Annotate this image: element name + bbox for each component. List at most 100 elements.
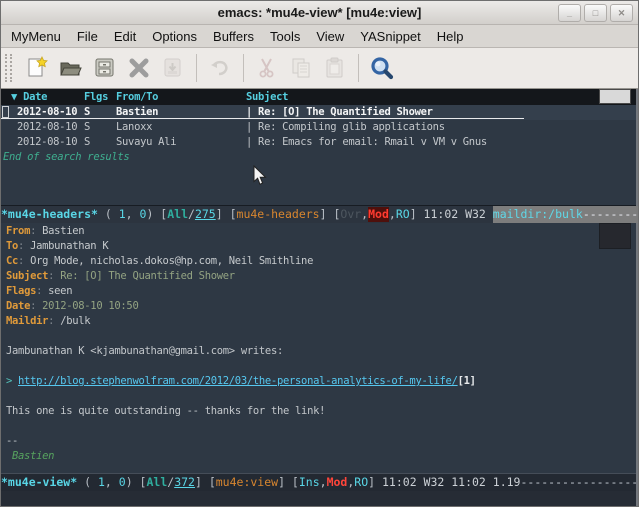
field-to: To:Jambunathan K — [1, 239, 636, 254]
menu-yasnippet[interactable]: YASnippet — [352, 27, 428, 46]
cell-subject: | Re: [O] The Quantified Shower — [246, 105, 636, 120]
close-button[interactable]: ✕ — [610, 4, 633, 22]
copy-icon — [284, 52, 318, 84]
field-from: From:Bastien — [1, 224, 636, 239]
modeline-filter: All — [167, 207, 188, 222]
field-maildir: Maildir:/bulk — [1, 314, 636, 329]
modeline-line-number: 1 — [119, 207, 126, 222]
cell-from: Lanoxx — [116, 120, 246, 135]
open-folder-icon[interactable] — [54, 52, 88, 84]
tool-bar — [1, 48, 638, 89]
window-title: emacs: *mu4e-view* [mu4e:view] — [1, 5, 638, 20]
save-icon[interactable] — [88, 52, 122, 84]
undo-icon — [203, 52, 237, 84]
headers-scrollbar-thumb[interactable] — [599, 89, 631, 104]
modeline-major-mode: mu4e:view — [216, 475, 278, 490]
menu-mymenu[interactable]: MyMenu — [3, 27, 69, 46]
text-cursor — [2, 106, 9, 118]
insert-flag: Ins — [299, 475, 320, 490]
view-mode-line: *mu4e-view* ( 1, 0) [All/372] [mu4e:view… — [1, 473, 636, 491]
cell-date: 2012-08-10 — [17, 135, 84, 150]
mouse-cursor — [253, 165, 267, 186]
menu-view[interactable]: View — [308, 27, 352, 46]
modeline-line-number: 1 — [98, 475, 105, 490]
cell-from: Bastien — [116, 105, 246, 120]
modified-flag: Mod — [327, 475, 348, 490]
field-flags: Flags:seen — [1, 284, 636, 299]
maildir-indicator: maildir:/bulk — [493, 207, 583, 222]
readonly-flag: RO — [396, 207, 410, 222]
minimize-button[interactable]: _ — [558, 4, 581, 22]
header-row-current[interactable]: 2012-08-10 S Bastien | Re: [O] The Quant… — [1, 105, 636, 120]
modeline-time: 11:02 W32 — [424, 207, 493, 222]
column-subject[interactable]: Subject — [246, 90, 636, 105]
overwrite-flag: Ovr — [340, 207, 361, 222]
modeline-col-number: 0 — [119, 475, 126, 490]
mu4e-view-pane: From:Bastien To:Jambunathan K Cc:Org Mod… — [1, 223, 636, 473]
menu-buffers[interactable]: Buffers — [205, 27, 262, 46]
readonly-flag: RO — [354, 475, 368, 490]
body-link[interactable]: http://blog.stephenwolfram.com/2012/03/t… — [12, 375, 458, 387]
toolbar-separator — [243, 54, 244, 82]
headers-column-row: ▼ Date Flgs From/To Subject — [1, 89, 636, 105]
cell-date: 2012-08-10 — [17, 120, 84, 135]
mu4e-headers-pane: ▼ Date Flgs From/To Subject 2012-08-10 S… — [1, 89, 636, 205]
menu-tools[interactable]: Tools — [262, 27, 308, 46]
emacs-window: emacs: *mu4e-view* [mu4e:view] _ □ ✕ MyM… — [0, 0, 639, 507]
cell-flags: S — [84, 105, 116, 120]
signature-separator: -- — [1, 434, 636, 449]
window-controls: _ □ ✕ — [558, 4, 633, 22]
sort-desc-icon: ▼ — [11, 91, 17, 103]
field-subject: Subject:Re: [O] The Quantified Shower — [1, 269, 636, 284]
body-writes-line: Jambunathan K <kjambunathan@gmail.com> w… — [1, 344, 636, 359]
column-date[interactable]: ▼ Date — [11, 90, 84, 105]
echo-area[interactable] — [1, 491, 636, 507]
modeline-col-number: 0 — [140, 207, 147, 222]
emacs-frame: ▼ Date Flgs From/To Subject 2012-08-10 S… — [1, 89, 638, 507]
cell-subject: | Re: Compiling glib applications — [246, 120, 636, 135]
title-bar[interactable]: emacs: *mu4e-view* [mu4e:view] _ □ ✕ — [1, 1, 638, 25]
cell-flags: S — [84, 135, 116, 150]
maximize-button[interactable]: □ — [584, 4, 607, 22]
cell-from: Suvayu Ali — [116, 135, 246, 150]
modified-flag: Mod — [368, 207, 389, 222]
toolbar-separator — [196, 54, 197, 82]
cell-flags: S — [84, 120, 116, 135]
modeline-maildir-segment: maildir:/bulk--------- — [493, 206, 639, 223]
column-flags[interactable]: Flgs — [84, 90, 116, 105]
modeline-dashes: ----------------------------------------… — [520, 475, 636, 490]
modeline-time: 11:02 W32 11:02 1.19 — [382, 475, 520, 490]
view-scrollbar-thumb[interactable] — [599, 223, 631, 249]
signature-line: Bastien — [1, 449, 636, 464]
header-row[interactable]: 2012-08-10 S Suvayu Ali | Re: Emacs for … — [1, 135, 636, 150]
save-as-icon — [156, 52, 190, 84]
column-from[interactable]: From/To — [116, 90, 246, 105]
modeline-buffer-name: *mu4e-view* — [1, 475, 77, 490]
body-comment-line: This one is quite outstanding -- thanks … — [1, 404, 636, 419]
modeline-filter: All — [146, 475, 167, 490]
modeline-major-mode: mu4e-headers — [237, 207, 320, 222]
cell-subject: | Re: Emacs for email: Rmail v VM v Gnus — [246, 135, 636, 150]
search-icon[interactable] — [365, 52, 399, 84]
menu-edit[interactable]: Edit — [106, 27, 144, 46]
cut-icon — [250, 52, 284, 84]
paste-icon — [318, 52, 352, 84]
modeline-message-count: 275 — [195, 207, 216, 222]
link-footnote-ref: [1] — [458, 375, 476, 387]
menu-bar: MyMenu File Edit Options Buffers Tools V… — [1, 25, 638, 48]
header-row[interactable]: 2012-08-10 S Lanoxx | Re: Compiling glib… — [1, 120, 636, 135]
cell-date: 2012-08-10 — [17, 105, 84, 120]
new-file-icon[interactable] — [20, 52, 54, 84]
end-of-results-message: End of search results — [1, 150, 636, 165]
field-date: Date:2012-08-10 10:50 — [1, 299, 636, 314]
toolbar-grip-handle[interactable] — [5, 54, 12, 82]
body-quote-line: >http://blog.stephenwolfram.com/2012/03/… — [1, 374, 636, 389]
modeline-message-count: 372 — [174, 475, 195, 490]
menu-file[interactable]: File — [69, 27, 106, 46]
menu-options[interactable]: Options — [144, 27, 205, 46]
field-cc: Cc:Org Mode, nicholas.dokos@hp.com, Neil… — [1, 254, 636, 269]
headers-mode-line: *mu4e-headers* ( 1, 0) [All/275] [mu4e-h… — [1, 205, 636, 223]
close-buffer-icon[interactable] — [122, 52, 156, 84]
menu-help[interactable]: Help — [429, 27, 472, 46]
modeline-buffer-name: *mu4e-headers* — [1, 207, 98, 222]
